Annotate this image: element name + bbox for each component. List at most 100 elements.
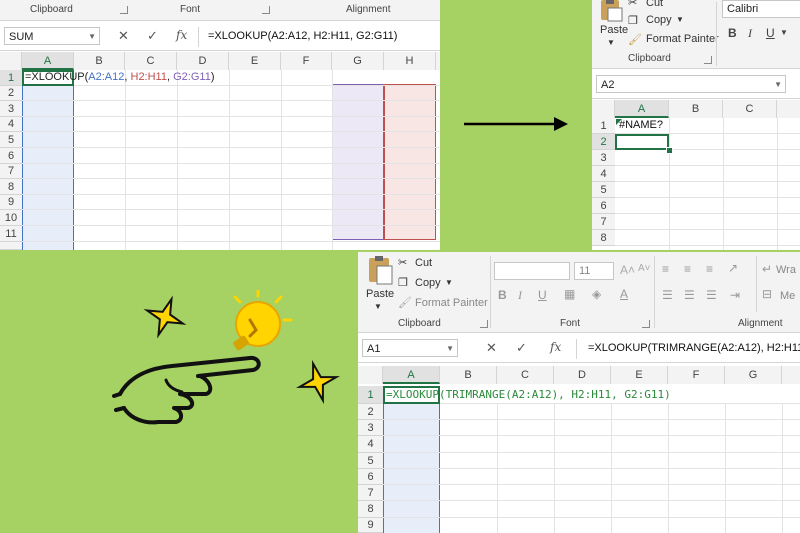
formula-bar-input[interactable]: =XLOOKUP(A2:A12, H2:H11, G2:G11): [208, 30, 397, 42]
merge-center-button[interactable]: Me: [780, 290, 795, 302]
fill-color-icon[interactable]: ◈: [592, 287, 601, 301]
column-header-d[interactable]: D: [177, 52, 229, 70]
paste-button[interactable]: Paste: [600, 24, 628, 36]
row-header-2[interactable]: 2: [592, 134, 615, 150]
copy-button[interactable]: Copy: [415, 277, 441, 289]
active-cell-a2[interactable]: [615, 134, 669, 150]
cell-a1-formula[interactable]: =XLOOKUP(TRIMRANGE(A2:A12), H2:H11, G2:G…: [386, 388, 671, 401]
name-box[interactable]: A1 ▼: [362, 339, 458, 357]
align-middle-icon[interactable]: ≡: [684, 262, 691, 276]
fx-icon[interactable]: fx: [550, 340, 561, 354]
formula-bar-input[interactable]: =XLOOKUP(TRIMRANGE(A2:A12), H2:H11: [588, 342, 800, 354]
row-header-4[interactable]: 4: [592, 166, 615, 182]
clipboard-launcher-icon[interactable]: [120, 6, 128, 14]
column-header-f[interactable]: F: [668, 366, 725, 384]
font-name-dropdown[interactable]: [494, 262, 570, 280]
row-header-9[interactable]: 9: [358, 518, 383, 533]
select-all-corner[interactable]: [0, 52, 22, 70]
row-header-6[interactable]: 6: [592, 198, 615, 214]
cell-a1-error[interactable]: #NAME?: [619, 119, 663, 131]
font-name-dropdown[interactable]: Calibri: [722, 0, 800, 18]
italic-button[interactable]: I: [518, 288, 522, 303]
select-all-corner[interactable]: [592, 100, 615, 118]
row-header-1[interactable]: 1: [358, 386, 383, 404]
align-left-icon[interactable]: ☰: [662, 288, 673, 302]
column-header-c[interactable]: C: [723, 100, 777, 118]
column-header-a[interactable]: A: [22, 52, 74, 70]
row-header-5[interactable]: 5: [592, 182, 615, 198]
row-header-6[interactable]: 6: [358, 469, 383, 485]
fx-icon[interactable]: fx: [176, 28, 187, 42]
copy-dropdown-icon[interactable]: ▼: [676, 15, 684, 24]
column-header-b[interactable]: B: [440, 366, 497, 384]
column-header-d[interactable]: D: [554, 366, 611, 384]
increase-font-icon[interactable]: A˄: [620, 263, 635, 277]
cell-grid[interactable]: 1 2 3 4 5 6 7 8 9 10 11 =XLOOKUP(A2:A12,…: [0, 70, 440, 250]
name-box-dropdown-icon[interactable]: ▼: [774, 76, 782, 94]
row-header-4[interactable]: 4: [358, 436, 383, 453]
column-header-a[interactable]: A: [383, 366, 440, 384]
row-header-5[interactable]: 5: [358, 453, 383, 469]
cell-grid[interactable]: 1 2 3 4 5 6 7 8 #NAME?: [592, 118, 800, 250]
bold-button[interactable]: B: [728, 26, 737, 40]
paste-dropdown-icon[interactable]: ▼: [374, 302, 382, 311]
name-box[interactable]: A2 ▼: [596, 75, 786, 93]
fill-handle[interactable]: [666, 147, 673, 154]
row-header-10[interactable]: 10: [0, 210, 22, 226]
cancel-icon[interactable]: ✕: [486, 340, 497, 356]
font-launcher-icon[interactable]: [262, 6, 270, 14]
column-header-e[interactable]: E: [229, 52, 281, 70]
name-box[interactable]: SUM ▼: [4, 27, 100, 45]
align-center-icon[interactable]: ☰: [684, 288, 695, 302]
underline-button[interactable]: U: [766, 26, 775, 40]
copy-button[interactable]: Copy: [646, 14, 672, 26]
column-header-a[interactable]: A: [615, 100, 669, 118]
format-painter-button[interactable]: Format Painter: [646, 33, 719, 45]
column-header-f[interactable]: F: [281, 52, 332, 70]
row-header-3[interactable]: 3: [0, 101, 22, 117]
italic-button[interactable]: I: [748, 26, 752, 41]
column-header-b[interactable]: B: [74, 52, 125, 70]
row-header-11[interactable]: 11: [0, 226, 22, 242]
indent-icon[interactable]: ⇥: [730, 288, 740, 302]
row-header-2[interactable]: 2: [0, 86, 22, 101]
column-header-e[interactable]: E: [611, 366, 668, 384]
column-header-g[interactable]: G: [725, 366, 782, 384]
enter-icon[interactable]: ✓: [147, 28, 158, 44]
paste-icon[interactable]: [598, 0, 624, 22]
underline-dropdown-icon[interactable]: ▼: [780, 28, 788, 37]
orientation-icon[interactable]: ↗: [728, 261, 738, 275]
paste-icon[interactable]: [366, 256, 394, 286]
align-bottom-icon[interactable]: ≡: [706, 262, 713, 276]
bold-button[interactable]: B: [498, 288, 507, 302]
row-header-3[interactable]: 3: [592, 150, 615, 166]
clipboard-launcher-icon[interactable]: [704, 56, 712, 64]
row-header-5[interactable]: 5: [0, 132, 22, 148]
borders-icon[interactable]: ▦: [564, 287, 575, 301]
row-header-8[interactable]: 8: [592, 230, 615, 246]
paste-dropdown-icon[interactable]: ▼: [607, 38, 615, 47]
row-header-4[interactable]: 4: [0, 117, 22, 132]
cut-button[interactable]: Cut: [646, 0, 663, 9]
font-color-icon[interactable]: A: [620, 287, 628, 301]
row-header-1[interactable]: 1: [0, 70, 22, 86]
name-box-dropdown-icon[interactable]: ▼: [88, 28, 96, 46]
column-header-b[interactable]: B: [669, 100, 723, 118]
row-header-8[interactable]: 8: [358, 501, 383, 518]
cut-button[interactable]: Cut: [415, 257, 432, 269]
copy-dropdown-icon[interactable]: ▼: [445, 278, 453, 287]
select-all-corner[interactable]: [358, 366, 383, 384]
column-header-g[interactable]: G: [332, 52, 384, 70]
cell-a1-formula[interactable]: =XLOOKUP(A2:A12, H2:H11, G2:G11): [25, 71, 215, 83]
align-right-icon[interactable]: ☰: [706, 288, 717, 302]
row-header-7[interactable]: 7: [358, 485, 383, 501]
clipboard-launcher-icon[interactable]: [480, 320, 488, 328]
row-header-9[interactable]: 9: [0, 195, 22, 210]
cell-grid[interactable]: 1 2 3 4 5 6 7 8 9 =XLOOKUP(TRIMRANGE(A2:…: [358, 386, 800, 533]
column-header-c[interactable]: C: [125, 52, 177, 70]
format-painter-button[interactable]: Format Painter: [415, 297, 488, 309]
row-header-2[interactable]: 2: [358, 404, 383, 420]
cancel-icon[interactable]: ✕: [118, 28, 129, 44]
wrap-text-button[interactable]: Wra: [776, 264, 796, 276]
row-header-8[interactable]: 8: [0, 179, 22, 195]
